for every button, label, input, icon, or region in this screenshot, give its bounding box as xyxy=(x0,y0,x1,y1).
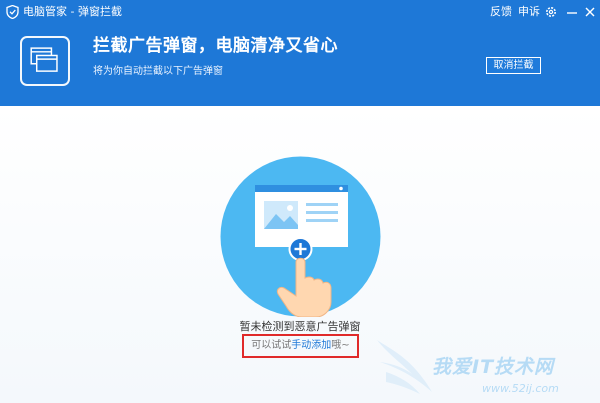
page-subtitle: 将为你自动拦截以下广告弹窗 xyxy=(93,66,223,77)
feedback-link[interactable]: 反馈 xyxy=(490,5,512,19)
watermark-title: 我爱IT技术网 xyxy=(432,356,555,378)
popup-windows-icon xyxy=(20,36,70,86)
minimize-icon[interactable] xyxy=(565,4,579,20)
close-icon[interactable] xyxy=(583,4,597,20)
title-bar: 电脑管家 - 弹窗拦截 反馈 申诉 xyxy=(0,0,600,24)
hint-suffix: 哦~ xyxy=(331,340,350,351)
cancel-block-button[interactable]: 取消拦截 xyxy=(486,57,541,74)
hint-prefix: 可以试试 xyxy=(251,340,292,351)
window-title: 电脑管家 - 弹窗拦截 xyxy=(23,5,122,18)
page-headline: 拦截广告弹窗，电脑清净又省心 xyxy=(93,36,338,56)
empty-status-text: 暂未检测到恶意广告弹窗 xyxy=(239,320,361,333)
manual-add-hint: 可以试试手动添加哦~ xyxy=(244,339,357,353)
manual-add-link[interactable]: 手动添加 xyxy=(291,340,331,351)
watermark-url: www.52ij.com xyxy=(482,382,559,395)
hint-highlight-box: 可以试试手动添加哦~ xyxy=(242,334,359,358)
empty-state-illustration xyxy=(220,156,381,317)
gear-icon[interactable] xyxy=(545,6,557,18)
appeal-link[interactable]: 申诉 xyxy=(518,5,540,19)
shield-icon xyxy=(6,5,19,19)
header-banner: 电脑管家 - 弹窗拦截 反馈 申诉 拦截广告弹窗，电脑清净又省心 将为你自动拦截… xyxy=(0,0,600,106)
